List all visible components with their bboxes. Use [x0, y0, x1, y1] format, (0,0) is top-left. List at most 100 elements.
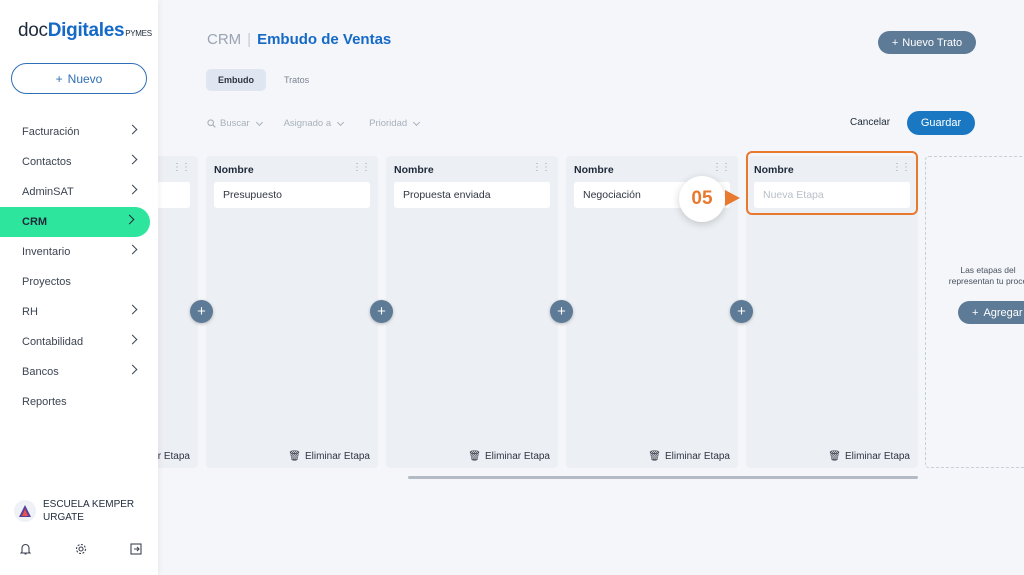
sidebar-item-adminsat[interactable]: AdminSAT: [0, 177, 158, 207]
avatar: [14, 500, 36, 522]
add-stage-button[interactable]: + Agregar: [958, 301, 1024, 324]
stage-name-input[interactable]: Propuesta enviada: [394, 182, 550, 208]
chevron-right-icon: [127, 304, 138, 315]
sidebar-item-label: Proyectos: [22, 276, 71, 288]
insert-stage-button[interactable]: +: [550, 300, 573, 323]
search-filter[interactable]: Buscar: [207, 118, 263, 129]
plus-icon: +: [55, 71, 63, 86]
sidebar: docDigitalesPYMES + Nuevo Facturación Co…: [0, 0, 158, 575]
sidebar-item-bancos[interactable]: Bancos: [0, 357, 158, 387]
plus-icon: +: [737, 303, 746, 320]
tutorial-step-badge: 05: [679, 176, 725, 222]
chevron-down-icon: [255, 118, 263, 126]
insert-stage-button[interactable]: +: [370, 300, 393, 323]
assigned-filter[interactable]: Asignado a: [283, 118, 345, 129]
chevron-right-icon: [124, 214, 135, 225]
add-stage-hint-line: representan tu proce: [948, 276, 1024, 286]
logo-prefix: doc: [18, 20, 48, 41]
plus-icon: +: [197, 303, 206, 320]
sidebar-item-reportes[interactable]: Reportes: [0, 387, 158, 417]
priority-filter[interactable]: Prioridad: [369, 118, 421, 129]
new-button-label: Nuevo: [67, 71, 103, 86]
delete-stage-button[interactable]: 🗑 Eliminar Etapa: [648, 451, 730, 462]
drag-handle-icon[interactable]: ⋮⋮: [172, 162, 191, 173]
delete-stage-button[interactable]: 🗑 Eliminar Etapa: [468, 451, 550, 462]
chevron-down-icon: [337, 118, 345, 126]
breadcrumb-root[interactable]: CRM: [207, 31, 241, 48]
horizontal-scrollbar[interactable]: [408, 476, 918, 479]
delete-stage-button[interactable]: 🗑 Eliminar Etapa: [828, 451, 910, 462]
logo-suffix: PYMES: [125, 29, 152, 38]
tutorial-arrow-icon: [725, 190, 740, 206]
sidebar-item-label: Contactos: [22, 156, 72, 168]
new-deal-label: Nuevo Trato: [902, 36, 963, 49]
add-stage-hint-line: Las etapas del: [960, 265, 1016, 275]
trash-icon: 🗑: [468, 451, 481, 462]
sidebar-footer: [19, 543, 142, 558]
search-icon: [207, 119, 216, 128]
add-stage-label: Agregar: [983, 306, 1023, 319]
column-header: Nombre: [394, 164, 434, 176]
logout-icon[interactable]: [130, 543, 142, 558]
sidebar-item-inventario[interactable]: Inventario: [0, 237, 158, 267]
app-logo[interactable]: docDigitalesPYMES: [18, 20, 152, 42]
filter-bar: Buscar Asignado a Prioridad: [207, 118, 421, 129]
delete-stage-label: Eliminar Etapa: [484, 451, 550, 462]
sidebar-item-label: Contabilidad: [22, 336, 84, 348]
user-profile[interactable]: ESCUELA KEMPER URGATE: [14, 498, 153, 524]
tab-bar: Embudo Tratos: [206, 69, 321, 91]
sidebar-item-crm[interactable]: CRM: [0, 207, 150, 237]
chevron-right-icon: [127, 334, 138, 345]
sidebar-item-contactos[interactable]: Contactos: [0, 147, 158, 177]
plus-icon: +: [557, 303, 566, 320]
user-name: ESCUELA KEMPER URGATE: [43, 499, 135, 523]
sidebar-item-contabilidad[interactable]: Contabilidad: [0, 327, 158, 357]
sidebar-item-label: RH: [22, 306, 38, 318]
new-button[interactable]: + Nuevo: [11, 63, 147, 94]
plus-icon: +: [891, 36, 899, 49]
sidebar-item-proyectos[interactable]: Proyectos: [0, 267, 158, 297]
column-header: Nombre: [214, 164, 254, 176]
save-button[interactable]: Guardar: [907, 111, 975, 135]
breadcrumb-separator: |: [247, 31, 252, 48]
sidebar-item-facturacion[interactable]: Facturación: [0, 117, 158, 147]
logo-brand: Digitales: [47, 20, 125, 41]
sidebar-item-label: Inventario: [22, 246, 71, 258]
chevron-right-icon: [127, 154, 138, 165]
drag-handle-icon[interactable]: ⋮⋮: [352, 162, 371, 173]
add-stage-hint: Las etapas del representan tu proce: [943, 265, 1024, 287]
insert-stage-button[interactable]: +: [190, 300, 213, 323]
sidebar-item-label: Facturación: [22, 126, 80, 138]
plus-icon: +: [972, 306, 979, 319]
chevron-right-icon: [127, 124, 138, 135]
assigned-label: Asignado a: [283, 118, 332, 129]
delete-stage-label: Eliminar Etapa: [304, 451, 370, 462]
stage-column: Nombre ⋮⋮ Presupuesto 🗑 Eliminar Etapa: [206, 156, 378, 468]
new-deal-button[interactable]: + Nuevo Trato: [878, 31, 976, 54]
search-label: Buscar: [220, 118, 250, 129]
insert-stage-button[interactable]: +: [730, 300, 753, 323]
delete-stage-label: Eliminar Etapa: [844, 451, 910, 462]
page-title: Embudo de Ventas: [257, 31, 392, 48]
bell-icon[interactable]: [19, 543, 32, 558]
chevron-right-icon: [127, 364, 138, 375]
gear-icon[interactable]: [75, 543, 87, 558]
sidebar-item-label: Bancos: [22, 366, 59, 378]
sidebar-nav: Facturación Contactos AdminSAT CRM Inven…: [0, 117, 158, 417]
tab-tratos[interactable]: Tratos: [272, 69, 321, 91]
sidebar-item-rh[interactable]: RH: [0, 297, 158, 327]
cancel-button[interactable]: Cancelar: [850, 117, 890, 128]
drag-handle-icon[interactable]: ⋮⋮: [532, 162, 551, 173]
sidebar-item-label: Reportes: [22, 396, 67, 408]
tab-embudo[interactable]: Embudo: [206, 69, 266, 91]
tutorial-highlight: [746, 151, 918, 215]
chevron-right-icon: [127, 184, 138, 195]
stage-column: Nombre ⋮⋮ Propuesta enviada 🗑 Eliminar Et…: [386, 156, 558, 468]
delete-stage-button[interactable]: 🗑 Eliminar Etapa: [288, 451, 370, 462]
chevron-down-icon: [413, 118, 421, 126]
stage-name-input[interactable]: Presupuesto: [214, 182, 370, 208]
sidebar-item-label: CRM: [22, 216, 48, 228]
breadcrumb: CRM | Embudo de Ventas: [207, 31, 391, 48]
drag-handle-icon[interactable]: ⋮⋮: [712, 162, 731, 173]
trash-icon: 🗑: [828, 451, 841, 462]
